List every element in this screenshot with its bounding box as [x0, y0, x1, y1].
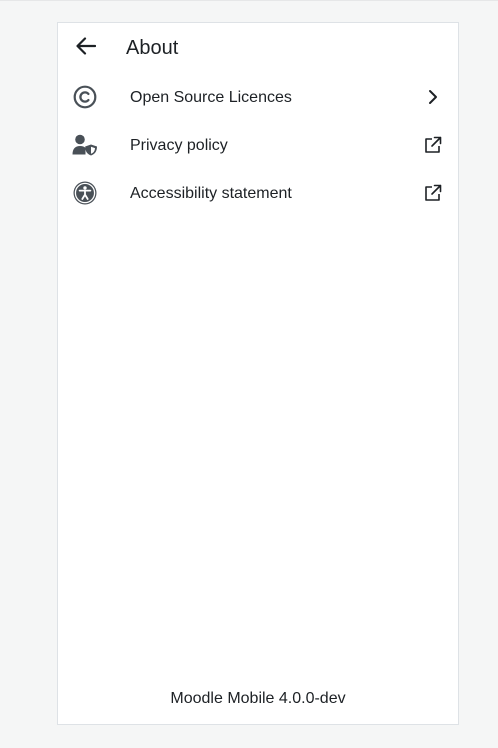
header-bar: About	[58, 23, 458, 73]
page-title: About	[126, 37, 179, 59]
menu-item-label: Accessibility statement	[130, 185, 292, 202]
copyright-icon	[72, 84, 98, 110]
app-page: About Open Source Licences Privacy polic…	[0, 0, 498, 748]
menu-item-label: Privacy policy	[130, 137, 228, 154]
menu-item-label: Open Source Licences	[130, 89, 292, 106]
external-link-icon	[422, 134, 444, 156]
menu-item-privacy-policy[interactable]: Privacy policy	[58, 121, 458, 169]
arrow-left-icon	[76, 36, 97, 60]
about-menu-list: Open Source Licences Privacy policy Acce…	[58, 73, 458, 217]
chevron-right-icon	[422, 86, 444, 108]
menu-item-accessibility-statement[interactable]: Accessibility statement	[58, 169, 458, 217]
user-shield-icon	[72, 132, 98, 158]
app-version-text: Moodle Mobile 4.0.0-dev	[170, 690, 346, 707]
universal-access-icon	[72, 180, 98, 206]
back-button[interactable]	[68, 35, 104, 61]
menu-item-open-source-licences[interactable]: Open Source Licences	[58, 73, 458, 121]
external-link-icon	[422, 182, 444, 204]
about-panel: About Open Source Licences Privacy polic…	[57, 22, 459, 725]
